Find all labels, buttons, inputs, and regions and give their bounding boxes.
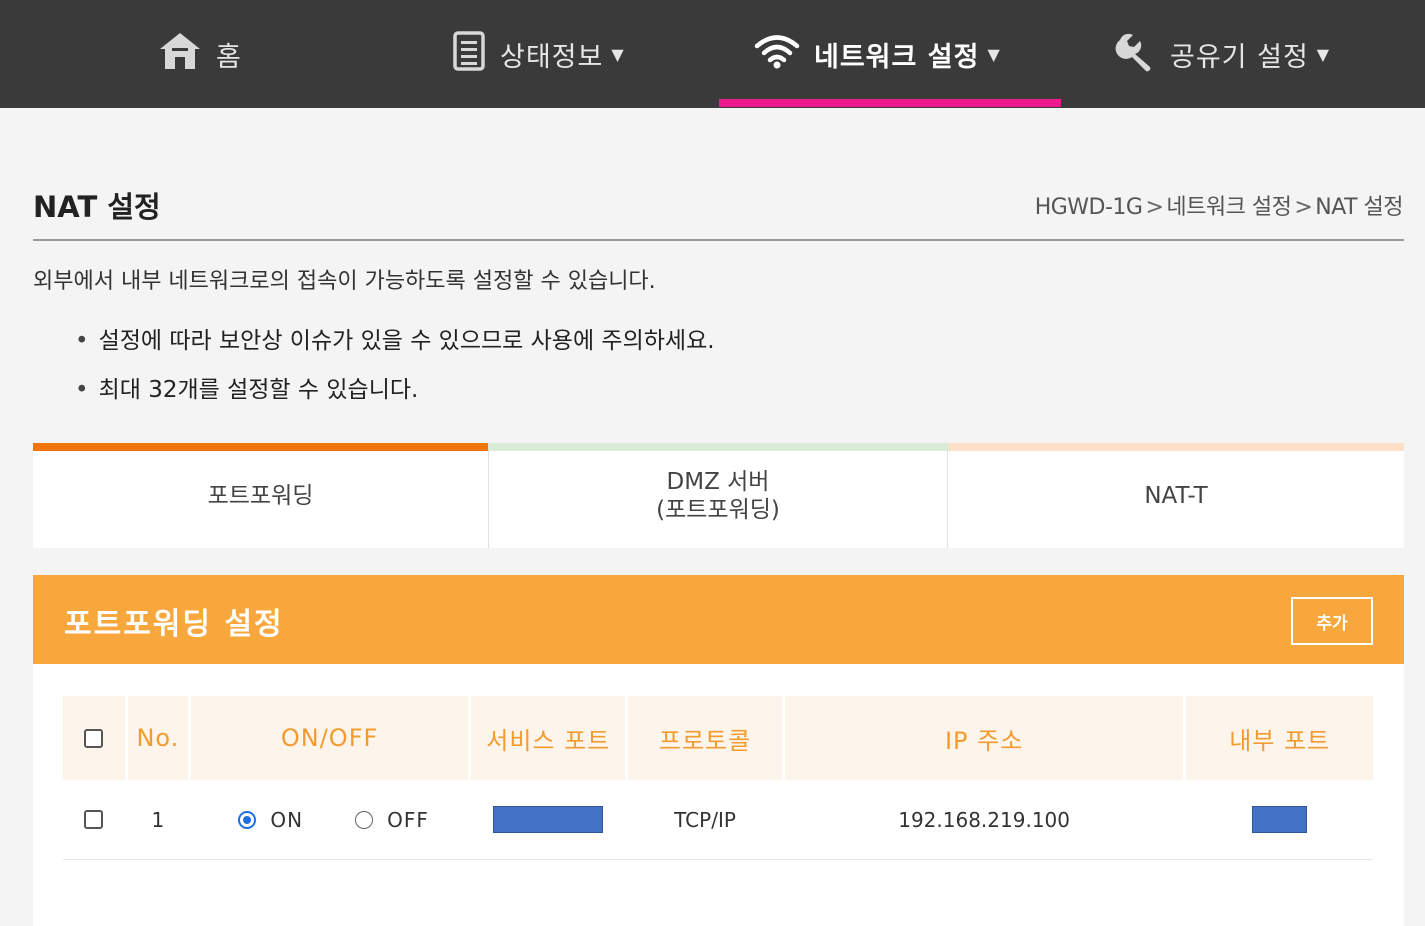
title-divider [33, 239, 1404, 241]
on-off-radio-group: ON OFF [230, 808, 428, 832]
radio-on[interactable] [238, 810, 257, 829]
select-all-checkbox[interactable] [84, 728, 104, 748]
header-on-off: ON/OFF [190, 696, 469, 780]
row-protocol: TCP/IP [674, 807, 736, 832]
add-button[interactable]: 추가 [1291, 597, 1373, 645]
row-number: 1 [151, 807, 165, 832]
radio-off[interactable] [355, 810, 374, 829]
table-header: No. ON/OFF 서비스 포트 프로토콜 IP 주소 내부 포트 [63, 696, 1374, 780]
tab-label-line: (포트포워딩) [656, 496, 780, 523]
nav-status-info[interactable]: 상태정보 ▼ [452, 0, 624, 108]
row-select-cell [63, 780, 125, 859]
header-no: No. [127, 696, 188, 780]
header-ip-address: IP 주소 [784, 696, 1184, 780]
tab-label: 포트포워딩 [207, 482, 314, 509]
tab-label: NAT-T [1144, 482, 1208, 509]
panel-title: 포트포워딩 설정 [64, 607, 284, 642]
wifi-icon [754, 33, 800, 76]
tab-accent-bar [948, 443, 1404, 451]
notes-list: 설정에 따라 보안상 이슈가 있을 수 있으므로 사용에 주의하세요. 최대 3… [75, 325, 715, 423]
nav-network-settings[interactable]: 네트워크 설정 ▼ [754, 0, 1000, 108]
tab-accent-bar [489, 443, 947, 451]
header-service-port: 서비스 포트 [471, 696, 626, 780]
row-checkbox[interactable] [84, 810, 104, 829]
page-description: 외부에서 내부 네트워크로의 접속이 가능하도록 설정할 수 있습니다. [33, 269, 656, 294]
tab-port-forwarding[interactable]: 포트포워딩 [33, 443, 488, 548]
page-title: NAT 설정 [33, 190, 161, 224]
port-forwarding-panel-header: 포트포워딩 설정 추가 [33, 575, 1404, 664]
note-item: 최대 32개를 설정할 수 있습니다. [75, 374, 715, 423]
header-internal-port: 내부 포트 [1186, 696, 1374, 780]
breadcrumb-separator: > [1145, 195, 1164, 220]
nav-network-label: 네트워크 설정 [814, 41, 980, 73]
top-navigation: 홈 상태정보 ▼ 네트워크 설정 ▼ 공유기 설정 ▼ [0, 0, 1425, 108]
tab-label-line: DMZ 서버 [666, 468, 770, 495]
tab-accent-bar [33, 443, 488, 451]
header-protocol: 프로토콜 [628, 696, 782, 780]
nav-router-settings[interactable]: 공유기 설정 ▼ [1114, 0, 1329, 108]
row-on-off: ON OFF [191, 780, 469, 859]
breadcrumb-separator: > [1294, 195, 1313, 220]
port-forwarding-panel-body: No. ON/OFF 서비스 포트 프로토콜 IP 주소 내부 포트 1 ON … [33, 664, 1404, 926]
nav-home-label: 홈 [216, 41, 242, 73]
row-service-port [471, 780, 625, 859]
nav-router-label: 공유기 설정 [1170, 41, 1309, 73]
breadcrumb: HGWD-1G > 네트워크 설정 > NAT 설정 [1035, 189, 1404, 221]
tab-nat-t[interactable]: NAT-T [947, 443, 1404, 548]
chevron-down-icon: ▼ [611, 44, 624, 64]
row-ip-address: 192.168.219.100 [898, 807, 1070, 832]
radio-on-label: ON [270, 807, 304, 832]
port-forwarding-table: No. ON/OFF 서비스 포트 프로토콜 IP 주소 내부 포트 1 ON … [63, 696, 1374, 860]
header-select-all [63, 696, 125, 780]
redacted-service-port [493, 806, 604, 833]
radio-off-label: OFF [387, 807, 429, 832]
table-row: 1 ON OFF TCP/IP 192.168.219.100 [63, 780, 1373, 860]
note-item: 설정에 따라 보안상 이슈가 있을 수 있으므로 사용에 주의하세요. [75, 325, 715, 374]
active-tab-indicator [719, 99, 1061, 107]
chevron-down-icon: ▼ [987, 44, 1000, 64]
chevron-down-icon: ▼ [1316, 44, 1330, 64]
tab-label: DMZ 서버 (포트포워딩) [656, 468, 780, 524]
tab-dmz-server[interactable]: DMZ 서버 (포트포워딩) [488, 443, 947, 548]
redacted-internal-port [1252, 806, 1308, 833]
nat-tabs: 포트포워딩 DMZ 서버 (포트포워딩) NAT-T [33, 443, 1404, 548]
document-icon [452, 30, 486, 79]
nav-home[interactable]: 홈 [158, 0, 242, 108]
breadcrumb-item-device[interactable]: HGWD-1G [1035, 195, 1143, 220]
breadcrumb-item-nat: NAT 설정 [1315, 195, 1403, 220]
breadcrumb-item-network[interactable]: 네트워크 설정 [1166, 195, 1291, 220]
nav-status-label: 상태정보 [500, 41, 604, 73]
wrench-icon [1114, 30, 1156, 79]
row-internal-port [1186, 780, 1373, 859]
home-icon [158, 31, 202, 78]
